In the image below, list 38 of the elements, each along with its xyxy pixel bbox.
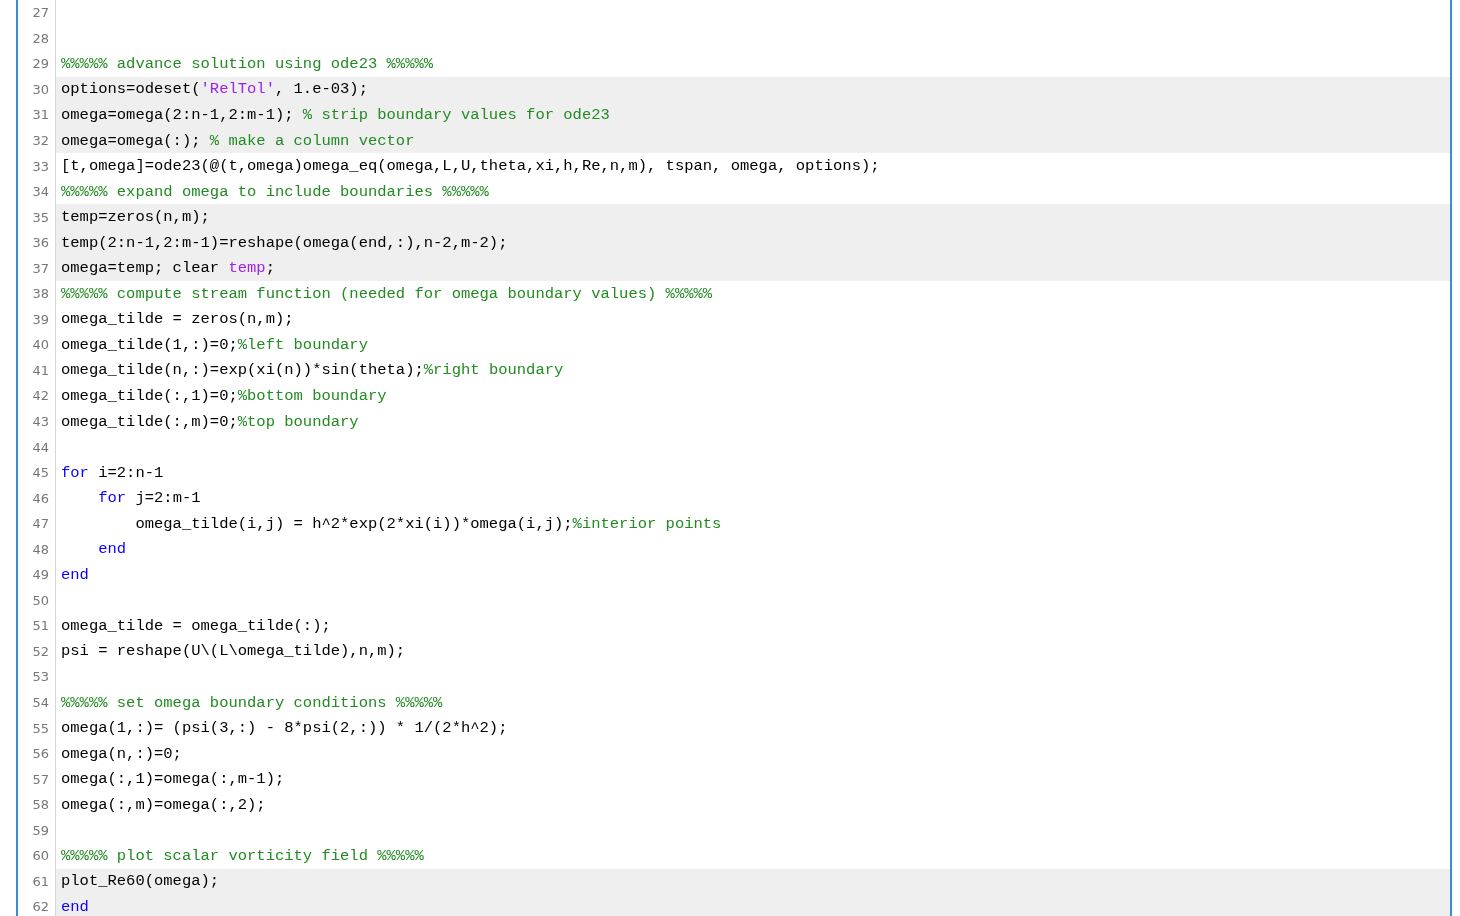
code-line: for j=2:m-1 (97, 489, 201, 508)
code-line: omega_tilde(1,:)=0;%left boundary (61, 335, 368, 354)
code-line: omega=temp; clear temp; (61, 259, 275, 278)
code-line: omega_tilde = omega_tilde(:); (61, 616, 331, 635)
line-number: 37 (18, 255, 56, 281)
code-line: options=odeset('RelTol', 1.e-03); (61, 80, 368, 99)
line-number: 61 (18, 868, 56, 895)
line-number: 36 (18, 229, 56, 256)
code-line: end (61, 897, 89, 916)
line-number: 62 (18, 894, 56, 916)
line-number: 31 (18, 102, 56, 128)
code-line: omega_tilde(:,1)=0;%bottom boundary (61, 386, 387, 405)
code-line: omega(n,:)=0; (61, 744, 182, 763)
code-line: omega=omega(:); % make a column vector (61, 131, 415, 150)
code-line: omega_tilde(n,:)=exp(xi(n))*sin(theta);%right boundary (61, 361, 564, 380)
code-line: %%%%% advance solution using ode23 %%%%% (61, 54, 434, 73)
code-line: %%%%% plot scalar vorticity field %%%%% (61, 846, 424, 865)
code-line: [t,omega]=ode23(@(t,omega)omega_eq(omega,L,U,theta,xi,h,Re,n,m), tspan, omega, options); (61, 157, 880, 176)
code-line: %%%%% compute stream function (needed for omega boundary values) %%%%% (61, 284, 713, 303)
code-line: temp(2:n-1,2:m-1)=reshape(omega(end,:),n-2,m-2); (61, 233, 508, 252)
code-line: for i=2:n-1 (61, 463, 164, 482)
code-line: end (97, 540, 127, 559)
code-line: omega_tilde(i,j) = h^2*exp(2*xi(i))*omega(i,j);%interior points (134, 514, 722, 533)
code-line: %%%%% expand omega to include boundaries %%%%% (61, 182, 489, 201)
code-line: end (61, 565, 89, 584)
line-number: 32 (18, 127, 56, 154)
code-line: omega(:,m)=omega(:,2); (61, 795, 266, 814)
code-line: omega=omega(2:n-1,2:m-1); % strip boundary values for ode23 (61, 105, 610, 124)
line-number: 30 (18, 76, 56, 103)
code-line: plot_Re60(omega); (61, 872, 220, 891)
code-line: omega_tilde(:,m)=0;%top boundary (61, 412, 359, 431)
code-line: omega_tilde = zeros(n,m); (61, 310, 294, 329)
line-number: 35 (18, 204, 56, 230)
code-line: temp=zeros(n,m); (61, 208, 210, 227)
code-line: omega(:,1)=omega(:,m-1); (61, 770, 285, 789)
code-line: psi = reshape(U\(L\omega_tilde),n,m); (61, 642, 406, 661)
code-line: omega(1,:)= (psi(3,:) - 8*psi(2,:)) * 1/(2*h^2); (61, 719, 508, 738)
code-line: %%%%% set omega boundary conditions %%%%% (61, 693, 443, 712)
